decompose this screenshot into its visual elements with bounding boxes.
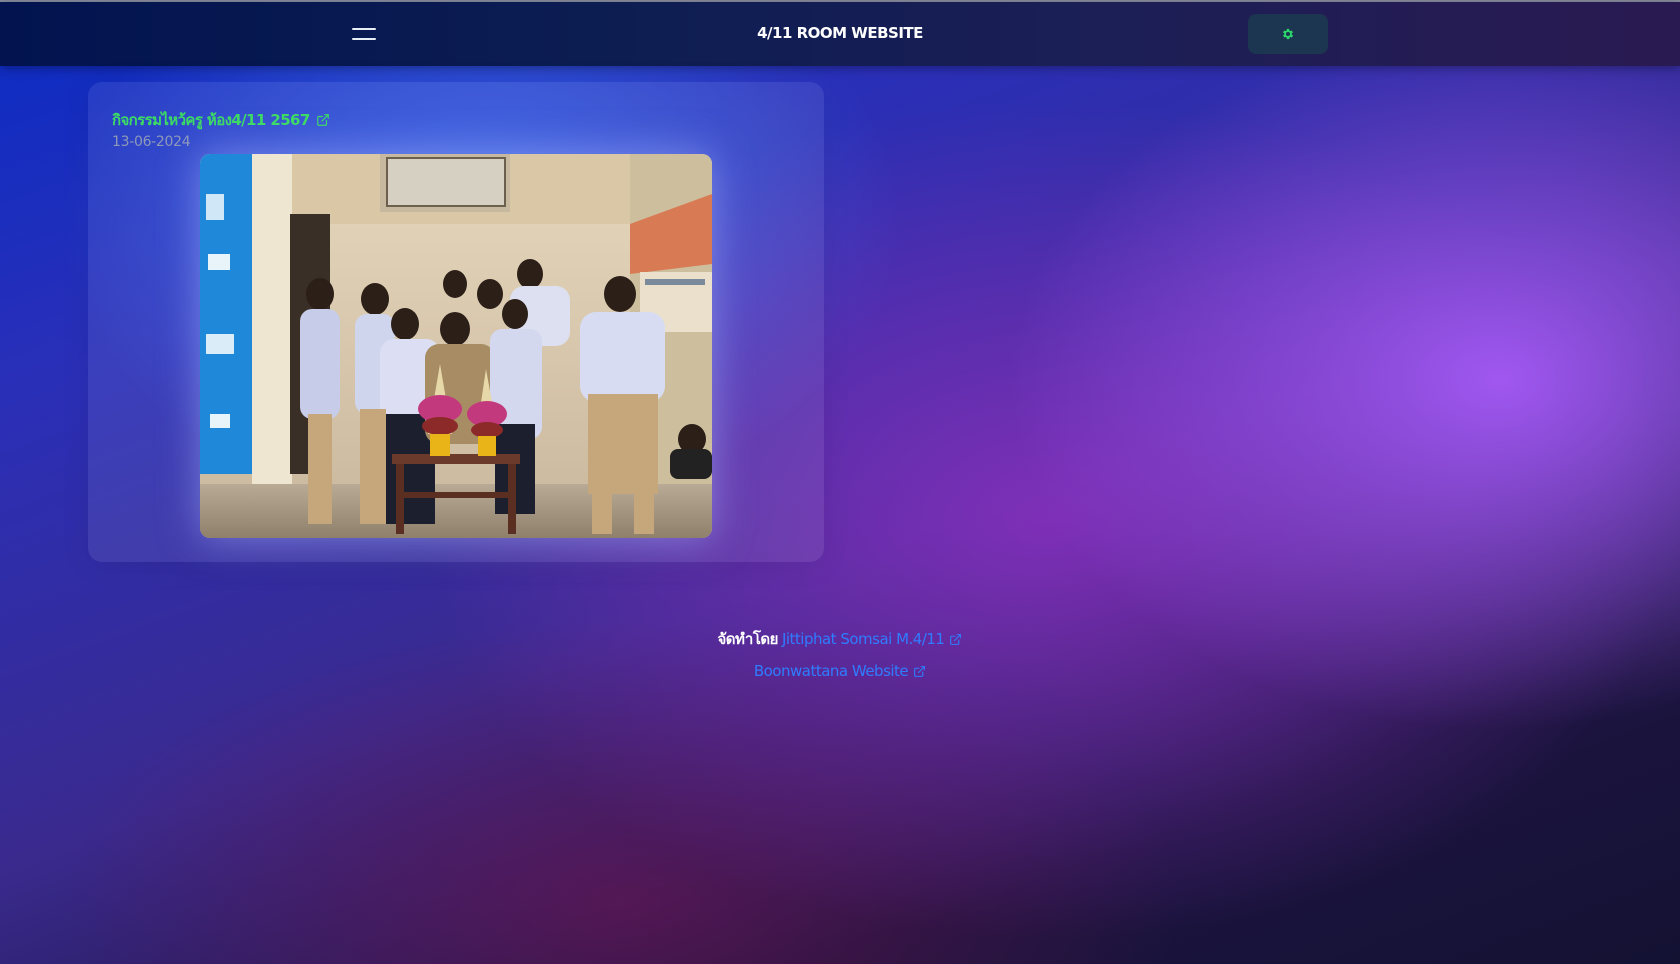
gear-icon: [1282, 28, 1294, 40]
post-title: กิจกรรมไหว้ครู ห้อง4/11 2567: [112, 111, 310, 129]
credit-prefix: จัดทำโดย: [717, 630, 779, 648]
school-website-label: Boonwattana Website: [753, 662, 909, 680]
external-link-icon: [914, 665, 926, 677]
top-navbar: 4/11 ROOM WEBSITE: [0, 2, 1680, 66]
school-website-link[interactable]: Boonwattana Website: [754, 662, 926, 680]
external-link-icon: [316, 114, 329, 126]
page-footer: จัดทำโดย Jittiphat Somsai M.4/11 Boonwat…: [0, 627, 1680, 680]
class-group-photo-image: [200, 154, 712, 538]
external-link-icon: [950, 633, 962, 645]
hamburger-menu-icon[interactable]: [352, 28, 376, 40]
post-card: กิจกรรมไหว้ครู ห้อง4/11 2567 13-06-2024: [88, 82, 824, 562]
settings-button[interactable]: [1248, 14, 1328, 54]
post-photo[interactable]: [200, 154, 712, 538]
author-name: Jittiphat Somsai M.4/11: [781, 630, 945, 648]
credit-line: จัดทำโดย Jittiphat Somsai M.4/11: [0, 627, 1680, 651]
author-link[interactable]: Jittiphat Somsai M.4/11: [782, 630, 963, 648]
post-date: 13-06-2024: [112, 134, 191, 150]
site-title: 4/11 ROOM WEBSITE: [757, 24, 923, 42]
site-link-line: Boonwattana Website: [0, 662, 1680, 680]
post-title-link[interactable]: กิจกรรมไหว้ครู ห้อง4/11 2567: [112, 108, 330, 132]
